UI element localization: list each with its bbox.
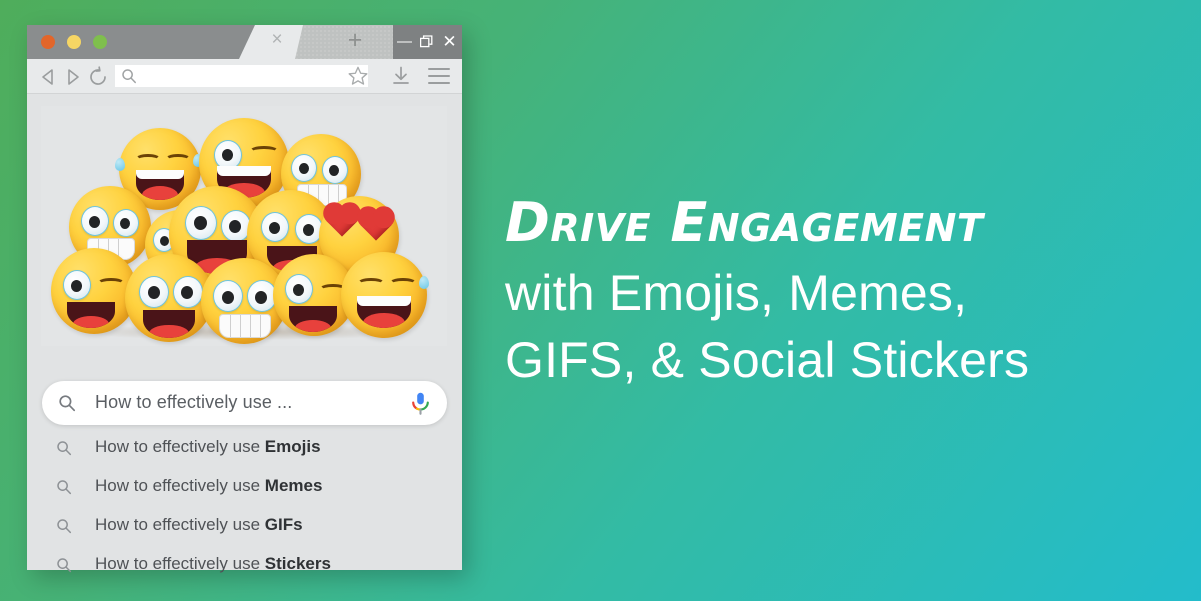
browser-page-content: How to effectively use ... How to effect… xyxy=(27,94,462,573)
forward-triangle-icon[interactable] xyxy=(62,66,84,88)
suggestion-keyword: Memes xyxy=(264,476,323,495)
minimize-icon[interactable]: — xyxy=(393,25,416,59)
search-icon xyxy=(58,394,76,412)
browser-titlebar: × + — ✕ xyxy=(27,25,462,59)
search-icon xyxy=(56,518,72,534)
browser-tab[interactable]: × xyxy=(255,25,301,59)
page-title: Drive Engagement xyxy=(505,191,984,254)
emoji-face-smile-front-2 xyxy=(125,254,213,342)
download-icon[interactable] xyxy=(391,66,411,86)
list-item[interactable]: How to effectively use Stickers xyxy=(42,546,447,585)
plus-icon[interactable]: + xyxy=(345,28,365,53)
list-item[interactable]: How to effectively use GIFs xyxy=(42,507,447,546)
tab-strip: × + — ✕ xyxy=(255,25,462,59)
window-minimize-dot[interactable] xyxy=(67,35,81,49)
suggestion-prefix: How to effectively use xyxy=(95,476,265,495)
suggestion-text: How to effectively use Stickers xyxy=(95,554,331,574)
browser-toolbar xyxy=(27,59,462,94)
suggestion-keyword: GIFs xyxy=(264,515,303,534)
search-input[interactable]: How to effectively use ... xyxy=(42,381,447,425)
maximize-icon[interactable] xyxy=(415,25,438,59)
new-tab-button[interactable]: + xyxy=(295,25,393,59)
promo-banner: × + — ✕ How to effectively use ... How t… xyxy=(0,0,1201,601)
emoji-face-smile-front-left xyxy=(51,248,137,334)
browser-window: × + — ✕ How to effectively use ... How t… xyxy=(27,25,462,573)
titlebar-left-panel xyxy=(27,25,255,59)
hamburger-menu-icon[interactable] xyxy=(428,68,450,84)
emoji-face-laughing-tears-front xyxy=(341,252,429,338)
list-item[interactable]: How to effectively use Emojis xyxy=(42,429,447,468)
suggestion-text: How to effectively use GIFs xyxy=(95,515,303,535)
search-suggestion-list: How to effectively use Emojis How to eff… xyxy=(42,429,447,585)
tab-close-icon[interactable]: × xyxy=(268,30,286,49)
back-triangle-icon[interactable] xyxy=(37,66,59,88)
window-zoom-dot[interactable] xyxy=(93,35,107,49)
suggestion-keyword: Emojis xyxy=(264,437,321,456)
suggestion-keyword: Stickers xyxy=(264,554,331,573)
url-input[interactable] xyxy=(115,65,368,87)
heart-icon-left xyxy=(326,205,358,237)
subtitle-line-2: GIFS, & Social Stickers xyxy=(505,331,1030,388)
reload-icon[interactable] xyxy=(87,66,109,88)
search-input-value: How to effectively use ... xyxy=(95,392,293,412)
search-icon xyxy=(56,440,72,456)
subtitle-line-1: with Emojis, Memes, xyxy=(505,265,968,321)
star-icon[interactable] xyxy=(347,65,369,87)
suggestion-prefix: How to effectively use xyxy=(95,437,265,456)
suggestion-prefix: How to effectively use xyxy=(95,554,265,573)
search-icon xyxy=(56,557,72,573)
microphone-icon[interactable] xyxy=(410,392,431,415)
close-icon[interactable]: ✕ xyxy=(438,25,461,59)
window-close-dot[interactable] xyxy=(41,35,55,49)
suggestion-text: How to effectively use Emojis xyxy=(95,437,321,457)
emoji-pile-illustration xyxy=(41,106,447,346)
heart-icon-right xyxy=(360,209,392,241)
suggestion-text: How to effectively use Memes xyxy=(95,476,322,496)
search-icon xyxy=(121,68,137,84)
search-icon xyxy=(56,479,72,495)
window-controls: — ✕ xyxy=(393,25,462,59)
suggestion-prefix: How to effectively use xyxy=(95,515,265,534)
list-item[interactable]: How to effectively use Memes xyxy=(42,468,447,507)
marketing-copy: Drive Engagement with Emojis, Memes, GIF… xyxy=(505,196,1185,393)
